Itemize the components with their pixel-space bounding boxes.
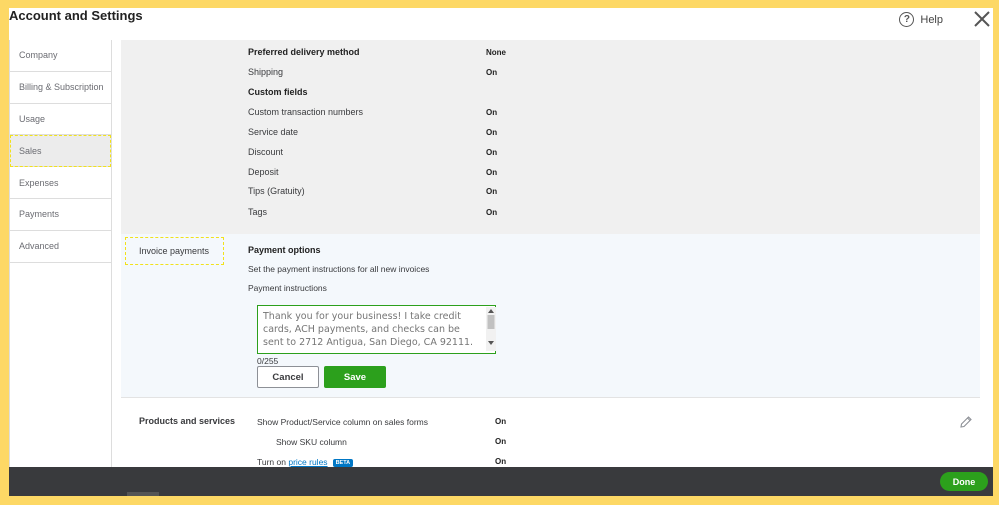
done-button[interactable]: Done [940,472,988,491]
setting-value-show-product-service: On [495,417,507,426]
setting-label-tags: Tags [248,207,268,217]
price-rules-prefix: Turn on [257,457,289,467]
setting-label-delivery-method: Preferred delivery method [248,47,360,57]
sidebar-item-advanced[interactable]: Advanced [10,231,111,263]
setting-value-service-date: On [486,128,498,137]
payment-options-heading: Payment options [248,245,321,255]
invoice-payments-section [121,234,980,398]
setting-label-show-product-service: Show Product/Service column on sales for… [257,417,429,427]
sidebar-item-expenses[interactable]: Expenses [10,167,111,199]
cancel-button[interactable]: Cancel [257,366,319,388]
setting-value-tips: On [486,187,498,196]
setting-value-tags: On [486,208,498,217]
setting-label-custom-fields: Custom fields [248,87,308,97]
sidebar-item-billing[interactable]: Billing & Subscription [10,72,111,104]
sidebar-item-company[interactable]: Company [10,40,111,72]
setting-value-discount: On [486,148,498,157]
edit-pencil-icon[interactable] [959,415,973,429]
setting-label-shipping: Shipping [248,67,284,77]
setting-label-tips: Tips (Gratuity) [248,186,305,196]
footer-bar: Done [9,467,993,496]
sales-form-content-section[interactable]: Preferred delivery method None Shipping … [121,40,980,234]
setting-value-show-sku: On [495,437,507,446]
help-button[interactable]: ? Help [899,12,943,27]
character-counter: 0/255 [257,356,279,366]
settings-content: Preferred delivery method None Shipping … [121,40,980,470]
payment-instructions-label: Payment instructions [248,283,327,293]
setting-label-price-rules: Turn on price rules BETA [257,457,354,467]
sidebar-item-usage[interactable]: Usage [10,104,111,136]
beta-badge: BETA [332,458,354,467]
payment-options-description: Set the payment instructions for all new… [248,264,430,274]
setting-value-shipping: On [486,68,498,77]
price-rules-link[interactable]: price rules [288,457,327,467]
question-icon: ? [899,12,915,27]
save-button[interactable]: Save [324,366,386,388]
setting-value-price-rules: On [495,457,507,466]
textarea-scrollbar[interactable] [486,307,496,351]
page-title: Account and Settings [9,8,143,23]
close-icon[interactable] [973,10,991,28]
setting-label-discount: Discount [248,147,284,157]
help-label: Help [920,13,943,26]
setting-label-custom-transaction-numbers: Custom transaction numbers [248,107,364,117]
section-label-products-services: Products and services [139,416,236,426]
setting-label-show-sku: Show SKU column [276,437,347,447]
payment-instructions-textarea[interactable] [257,305,496,354]
setting-value-delivery-method: None [486,48,506,57]
setting-label-service-date: Service date [248,127,299,137]
setting-label-deposit: Deposit [248,167,279,177]
setting-value-custom-transaction-numbers: On [486,108,498,117]
sidebar-item-sales[interactable]: Sales [10,135,111,168]
setting-value-deposit: On [486,168,498,177]
footer-divider [127,492,159,496]
section-label-invoice-payments: Invoice payments [124,237,225,265]
settings-sidebar: Company Billing & Subscription Usage Sal… [9,40,112,470]
sidebar-item-payments[interactable]: Payments [10,199,111,231]
settings-window: Account and Settings ? Help Company Bill… [9,8,993,496]
